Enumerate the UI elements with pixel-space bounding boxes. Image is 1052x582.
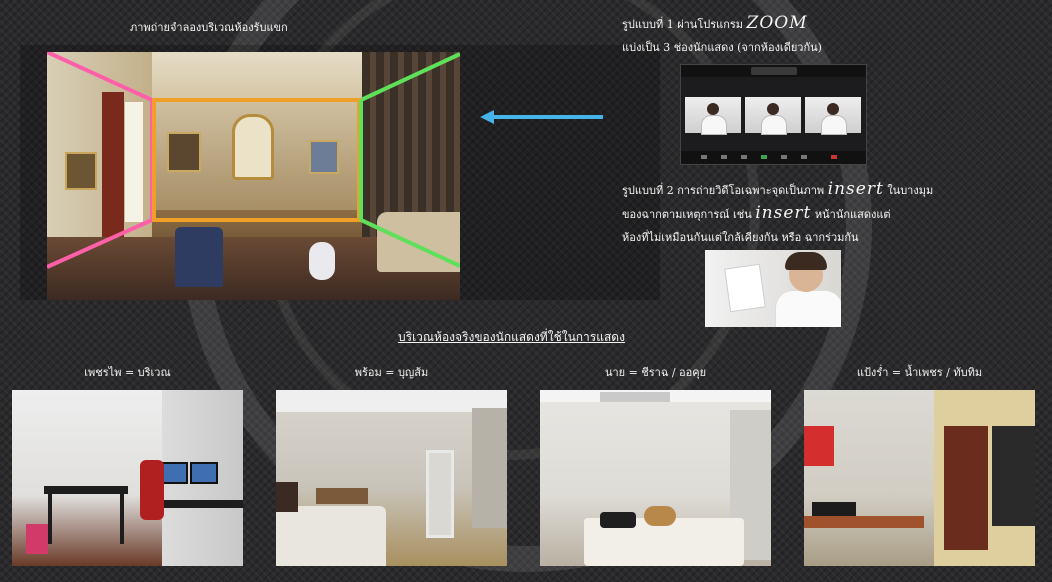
zoom-call-screenshot bbox=[680, 64, 867, 165]
room-photo-1 bbox=[12, 390, 243, 566]
outline-pink-bottom bbox=[47, 218, 153, 269]
outline-green-top bbox=[360, 52, 460, 102]
room-label-4: แป้งร่ำ = น้ำเพชร / ทับทิม bbox=[856, 366, 983, 379]
zoom-note-prefix: รูปแบบที่ 1 ผ่านโปรแกรม bbox=[622, 18, 744, 31]
room-label-3: นาย = ชีราฉ / ออคุย bbox=[604, 366, 707, 379]
insert-note-line2-prefix: ของฉากตามเหตุการณ์ เช่น bbox=[622, 208, 752, 221]
insert-note-line2-suffix: หน้านักแสดงแต่ bbox=[814, 208, 891, 221]
zoom-note-line2: แบ่งเป็น 3 ช่องนักแสดง (จากห้องเดียวกัน) bbox=[622, 41, 822, 54]
zoom-note-line1: รูปแบบที่ 1 ผ่านโปรแกรม ZOOM bbox=[622, 13, 808, 33]
room-label-2: พร้อม = บุญส้ม bbox=[354, 366, 429, 379]
insert-term-2: insert bbox=[755, 203, 812, 223]
room-photo-3 bbox=[540, 390, 771, 566]
room-photo-4 bbox=[804, 390, 1035, 566]
insert-note-prefix: รูปแบบที่ 2 การถ่ายวิดีโอเฉพาะจุดเป็นภาพ bbox=[622, 184, 825, 197]
zoom-term: ZOOM bbox=[746, 13, 808, 33]
insert-note-suffix: ในบางมุม bbox=[887, 184, 934, 197]
insert-shot-photo bbox=[705, 250, 841, 327]
living-room-photo bbox=[47, 52, 460, 300]
room-outline-overlay bbox=[47, 52, 460, 269]
room-photo-2 bbox=[276, 390, 507, 566]
outline-orange-rect bbox=[152, 98, 361, 222]
insert-note-line1: รูปแบบที่ 2 การถ่ายวิดีโอเฉพาะจุดเป็นภาพ… bbox=[622, 179, 934, 199]
insert-note-line3: ห้องที่ไม่เหมือนกันแต่ใกล้เคียงกัน หรือ … bbox=[622, 231, 859, 244]
arrow-left-icon bbox=[480, 110, 603, 124]
insert-term-1: insert bbox=[827, 179, 884, 199]
outline-pink-top bbox=[47, 52, 153, 102]
living-room-caption: ภาพถ่ายจำลองบริเวณห้องรับแขก bbox=[130, 21, 288, 34]
outline-green-bottom bbox=[360, 218, 460, 268]
section-title: บริเวณห้องจริงของนักแสดงที่ใช้ในการแสดง bbox=[398, 330, 625, 344]
insert-note-line2: ของฉากตามเหตุการณ์ เช่น insert หน้านักแส… bbox=[622, 203, 891, 223]
room-label-1: เพชรไพ = บริเวณ bbox=[84, 366, 171, 379]
